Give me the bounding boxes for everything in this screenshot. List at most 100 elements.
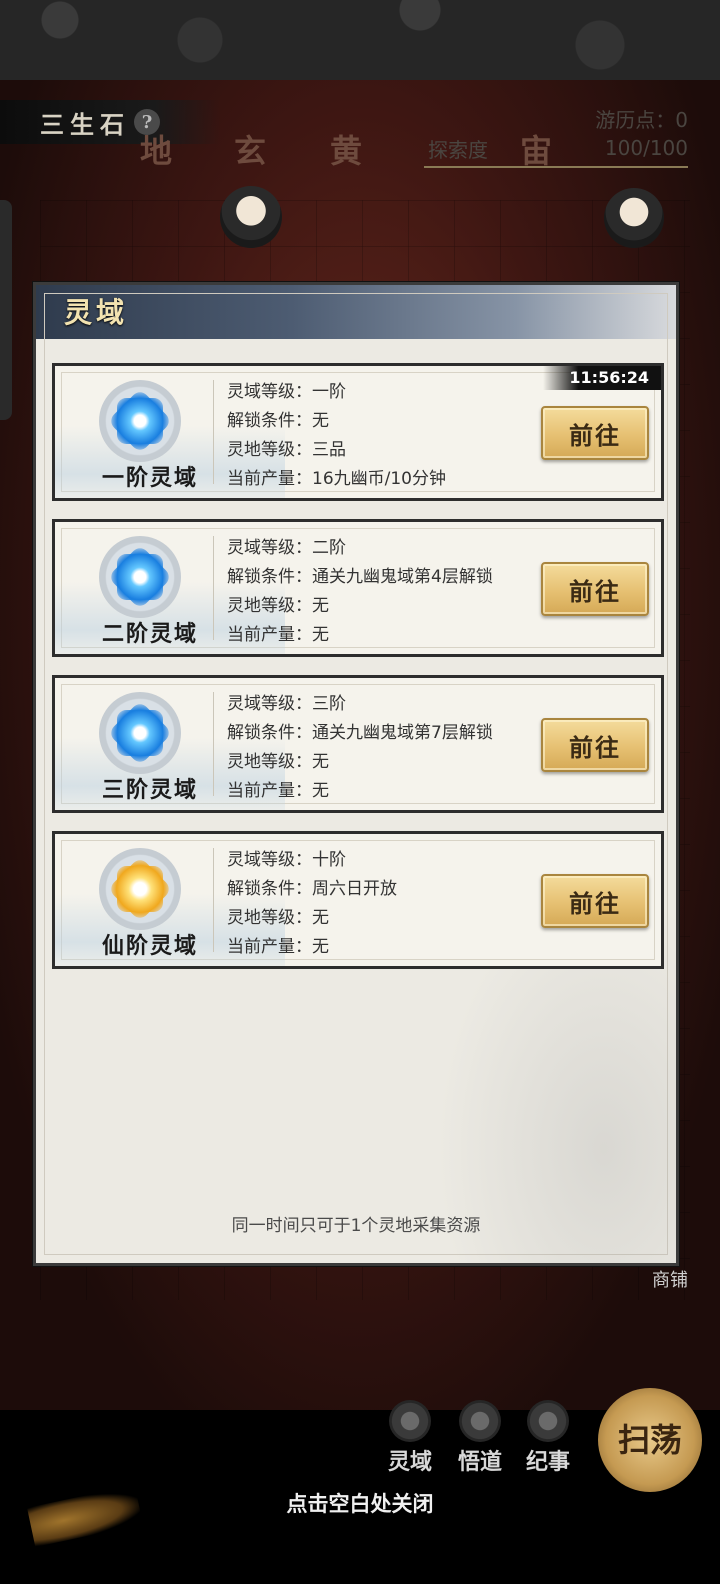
- info-key: 解锁条件：: [227, 879, 312, 899]
- card-divider: [213, 692, 214, 796]
- nav-item-enlightenment[interactable]: 悟道: [448, 1400, 512, 1476]
- info-key: 灵域等级：: [227, 382, 312, 402]
- domain-info: 灵域等级：三阶 解锁条件：通关九幽鬼域第7层解锁 灵地等级：无 当前产量：无: [227, 690, 493, 806]
- go-button[interactable]: 前往: [541, 874, 649, 928]
- info-row: 灵地等级：无: [227, 904, 397, 933]
- domain-card: 二阶灵域 灵域等级：二阶 解锁条件：通关九幽鬼域第4层解锁 灵地等级：无 当前产…: [52, 519, 664, 657]
- domain-info: 灵域等级：十阶 解锁条件：周六日开放 灵地等级：无 当前产量：无: [227, 846, 397, 962]
- modal-title: 灵域: [64, 296, 129, 329]
- info-key: 当前产量：: [227, 625, 312, 645]
- crystal-core: [107, 856, 173, 922]
- domain-info: 灵域等级：二阶 解锁条件：通关九幽鬼域第4层解锁 灵地等级：无 当前产量：无: [227, 534, 493, 650]
- crystal-core: [107, 700, 173, 766]
- domain-name: 一阶灵域: [101, 465, 198, 491]
- side-tab[interactable]: [0, 200, 12, 420]
- info-value: 三阶: [312, 694, 346, 714]
- close-hint[interactable]: 点击空白处关闭: [0, 1488, 720, 1518]
- explore-progress: 探索度 100/100: [424, 132, 688, 168]
- travel-points: 游历点：0: [595, 104, 688, 133]
- blue-crystal-icon: [99, 380, 181, 462]
- tier-label: 地: [140, 132, 173, 170]
- info-row: 解锁条件：周六日开放: [227, 875, 397, 904]
- info-value: 十阶: [312, 850, 346, 870]
- info-row: 当前产量：无: [227, 933, 397, 962]
- domain-card: 仙阶灵域 灵域等级：十阶 解锁条件：周六日开放 灵地等级：无 当前产量：无 前往: [52, 831, 664, 969]
- info-row: 灵域等级：十阶: [227, 846, 397, 875]
- shop-label[interactable]: 商铺: [652, 1266, 688, 1292]
- info-key: 解锁条件：: [227, 411, 312, 431]
- info-row: 灵地等级：无: [227, 592, 493, 621]
- info-key: 当前产量：: [227, 781, 312, 801]
- info-value: 无: [312, 625, 329, 645]
- info-value: 无: [312, 752, 329, 772]
- npc-avatar[interactable]: [220, 186, 282, 248]
- info-value: 通关九幽鬼域第4层解锁: [312, 567, 493, 587]
- domain-name: 二阶灵域: [101, 621, 198, 647]
- info-key: 当前产量：: [227, 937, 312, 957]
- nav-label: 灵域: [387, 1449, 432, 1475]
- crystal-core: [107, 388, 173, 454]
- info-value: 二阶: [312, 538, 346, 558]
- tier-label: 黄: [330, 132, 363, 170]
- swirl-icon: [459, 1400, 501, 1442]
- npc-avatar[interactable]: [604, 188, 664, 248]
- info-value: 三品: [312, 440, 346, 460]
- info-value: 16九幽币/10分钟: [312, 469, 446, 489]
- top-decor-strip: [0, 0, 720, 80]
- info-row: 当前产量：16九幽币/10分钟: [227, 465, 446, 494]
- info-row: 解锁条件：通关九幽鬼域第4层解锁: [227, 563, 493, 592]
- card-divider: [213, 848, 214, 952]
- info-row: 当前产量：无: [227, 777, 493, 806]
- info-key: 灵地等级：: [227, 596, 312, 616]
- domain-card: 三阶灵域 灵域等级：三阶 解锁条件：通关九幽鬼域第7层解锁 灵地等级：无 当前产…: [52, 675, 664, 813]
- info-row: 灵地等级：无: [227, 748, 493, 777]
- card-divider: [213, 380, 214, 484]
- tier-label: 玄: [234, 132, 267, 170]
- sweep-button[interactable]: 扫荡: [598, 1388, 702, 1492]
- blue-crystal-icon: [99, 692, 181, 774]
- info-value: 无: [312, 411, 329, 431]
- info-key: 灵域等级：: [227, 694, 312, 714]
- info-key: 灵地等级：: [227, 440, 312, 460]
- info-value: 无: [312, 908, 329, 928]
- info-key: 灵地等级：: [227, 908, 312, 928]
- go-button[interactable]: 前往: [541, 406, 649, 460]
- book-icon: [527, 1400, 569, 1442]
- go-button[interactable]: 前往: [541, 562, 649, 616]
- nav-item-chronicle[interactable]: 纪事: [516, 1400, 580, 1476]
- travel-points-label: 游历点：: [595, 108, 676, 132]
- countdown-timer: 11:56:24: [543, 366, 661, 390]
- info-key: 灵地等级：: [227, 752, 312, 772]
- info-value: 无: [312, 937, 329, 957]
- info-row: 当前产量：无: [227, 621, 493, 650]
- go-button[interactable]: 前往: [541, 718, 649, 772]
- info-key: 灵域等级：: [227, 538, 312, 558]
- info-key: 解锁条件：: [227, 723, 312, 743]
- lotus-icon: [389, 1400, 431, 1442]
- info-row: 灵地等级：三品: [227, 436, 446, 465]
- info-row: 灵域等级：三阶: [227, 690, 493, 719]
- explore-value: 100/100: [604, 136, 688, 160]
- page-title-banner: 三生石 ?: [0, 100, 220, 144]
- domain-info: 灵域等级：一阶 解锁条件：无 灵地等级：三品 当前产量：16九幽币/10分钟: [227, 378, 446, 494]
- page-title: 三生石: [40, 109, 130, 139]
- modal-header: 灵域: [36, 285, 676, 339]
- info-key: 当前产量：: [227, 469, 312, 489]
- info-value: 周六日开放: [312, 879, 397, 899]
- info-key: 解锁条件：: [227, 567, 312, 587]
- spirit-domain-modal: 灵域 一阶灵域 灵域等级：一阶 解锁条件：无 灵地等级：三品 当前产量：16九幽…: [33, 282, 679, 1266]
- info-value: 无: [312, 596, 329, 616]
- explore-label: 探索度: [428, 138, 488, 162]
- info-value: 无: [312, 781, 329, 801]
- travel-points-value: 0: [675, 108, 688, 132]
- footer-note: 同一时间只可于1个灵地采集资源: [231, 1216, 481, 1236]
- nav-item-spirit-domain[interactable]: 灵域: [378, 1400, 442, 1476]
- nav-label: 纪事: [525, 1449, 570, 1475]
- domain-card: 一阶灵域 灵域等级：一阶 解锁条件：无 灵地等级：三品 当前产量：16九幽币/1…: [52, 363, 664, 501]
- info-value: 通关九幽鬼域第7层解锁: [312, 723, 493, 743]
- info-key: 灵域等级：: [227, 850, 312, 870]
- blue-crystal-icon: [99, 536, 181, 618]
- domain-name: 仙阶灵域: [101, 933, 198, 959]
- domain-name: 三阶灵域: [101, 777, 198, 803]
- info-row: 解锁条件：通关九幽鬼域第7层解锁: [227, 719, 493, 748]
